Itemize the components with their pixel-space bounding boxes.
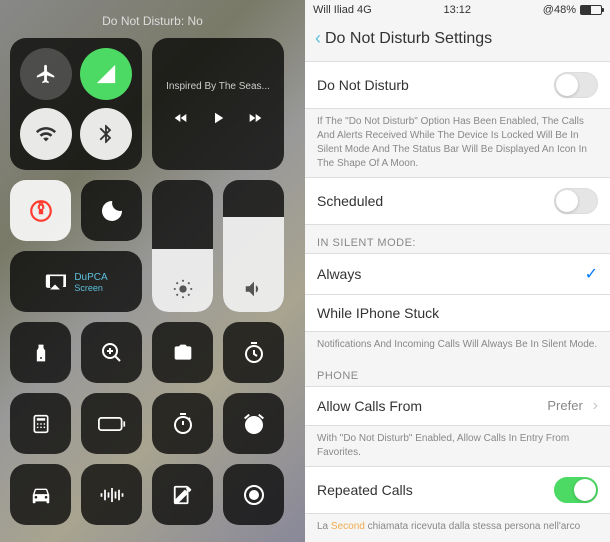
stopwatch-button[interactable] — [152, 393, 213, 454]
calculator-button[interactable] — [10, 393, 71, 454]
camera-button[interactable] — [152, 322, 213, 383]
while-stuck-label: While IPhone Stuck — [317, 305, 439, 321]
connectivity-module — [10, 38, 142, 170]
volume-slider[interactable] — [223, 180, 284, 312]
volume-icon — [243, 278, 265, 300]
screen-mirror-sublabel: Screen — [74, 283, 107, 293]
time-label: 13:12 — [443, 4, 471, 16]
battery-icon — [580, 5, 602, 15]
dnd-toggle-cell[interactable]: Do Not Disturb — [305, 61, 610, 109]
screen-record-button[interactable] — [223, 464, 284, 525]
nav-title: Do Not Disturb Settings — [325, 30, 492, 48]
allow-calls-cell[interactable]: Allow Calls From Prefer › — [305, 386, 610, 426]
cellular-data-button[interactable] — [80, 48, 132, 100]
allow-calls-description: With "Do Not Disturb" Enabled, Allow Cal… — [305, 426, 610, 466]
flashlight-button[interactable] — [10, 322, 71, 383]
notes-button[interactable] — [152, 464, 213, 525]
forward-icon[interactable] — [245, 110, 265, 126]
alarm-button[interactable] — [223, 393, 284, 454]
do-not-disturb-button[interactable] — [81, 180, 142, 241]
scheduled-cell[interactable]: Scheduled — [305, 177, 610, 225]
music-module[interactable]: Inspired By The Seas... — [152, 38, 284, 170]
music-title: Inspired By The Seas... — [166, 81, 270, 92]
airplane-mode-button[interactable] — [20, 48, 72, 100]
battery-percent: @48% — [543, 4, 576, 16]
scheduled-label: Scheduled — [317, 193, 383, 209]
dnd-label: Do Not Disturb — [317, 77, 409, 93]
cc-header-label: Do Not Disturb: No — [10, 10, 295, 38]
screen-mirror-label: DuPCA — [74, 272, 107, 283]
phone-header: PHONE — [305, 358, 610, 386]
allow-calls-detail: Prefer — [547, 398, 582, 413]
airplay-icon — [44, 272, 66, 292]
music-controls — [171, 108, 265, 128]
always-cell[interactable]: Always ✓ — [305, 253, 610, 295]
wifi-button[interactable] — [20, 108, 72, 160]
repeated-description: La Second chiamata ricevuta dalla stessa… — [305, 514, 610, 540]
repeated-calls-toggle[interactable] — [554, 477, 598, 503]
back-chevron-icon[interactable]: ‹ — [315, 28, 321, 49]
allow-calls-label: Allow Calls From — [317, 398, 422, 414]
dnd-toggle[interactable] — [554, 72, 598, 98]
repeated-calls-cell[interactable]: Repeated Calls — [305, 466, 610, 514]
status-bar: Will Iliad 4G 13:12 @48% — [305, 0, 610, 20]
silent-mode-header: IN SILENT MODE: — [305, 225, 610, 253]
timer-button[interactable] — [223, 322, 284, 383]
orientation-lock-button[interactable] — [10, 180, 71, 241]
driving-mode-button[interactable] — [10, 464, 71, 525]
check-icon: ✓ — [585, 264, 598, 284]
while-stuck-cell[interactable]: While IPhone Stuck — [305, 295, 610, 332]
bluetooth-button[interactable] — [80, 108, 132, 160]
control-center: Do Not Disturb: No Inspired By T — [0, 0, 305, 542]
silent-description: Notifications And Incoming Calls Will Al… — [305, 332, 610, 358]
repeated-calls-label: Repeated Calls — [317, 482, 413, 498]
dnd-description: If The "Do Not Disturb" Option Has Been … — [305, 109, 610, 177]
low-power-button[interactable] — [81, 393, 142, 454]
nav-header[interactable]: ‹ Do Not Disturb Settings — [305, 20, 610, 61]
voice-memo-button[interactable] — [81, 464, 142, 525]
always-label: Always — [317, 266, 361, 282]
rewind-icon[interactable] — [171, 110, 191, 126]
play-icon[interactable] — [209, 108, 227, 128]
magnifier-button[interactable] — [81, 322, 142, 383]
screen-mirroring-button[interactable]: DuPCA Screen — [10, 251, 142, 312]
scheduled-toggle[interactable] — [554, 188, 598, 214]
brightness-slider[interactable] — [152, 180, 213, 312]
carrier-label: Will Iliad 4G — [313, 4, 372, 16]
chevron-right-icon: › — [593, 397, 598, 414]
brightness-icon — [172, 278, 194, 300]
settings-panel: Will Iliad 4G 13:12 @48% ‹ Do Not Distur… — [305, 0, 610, 542]
